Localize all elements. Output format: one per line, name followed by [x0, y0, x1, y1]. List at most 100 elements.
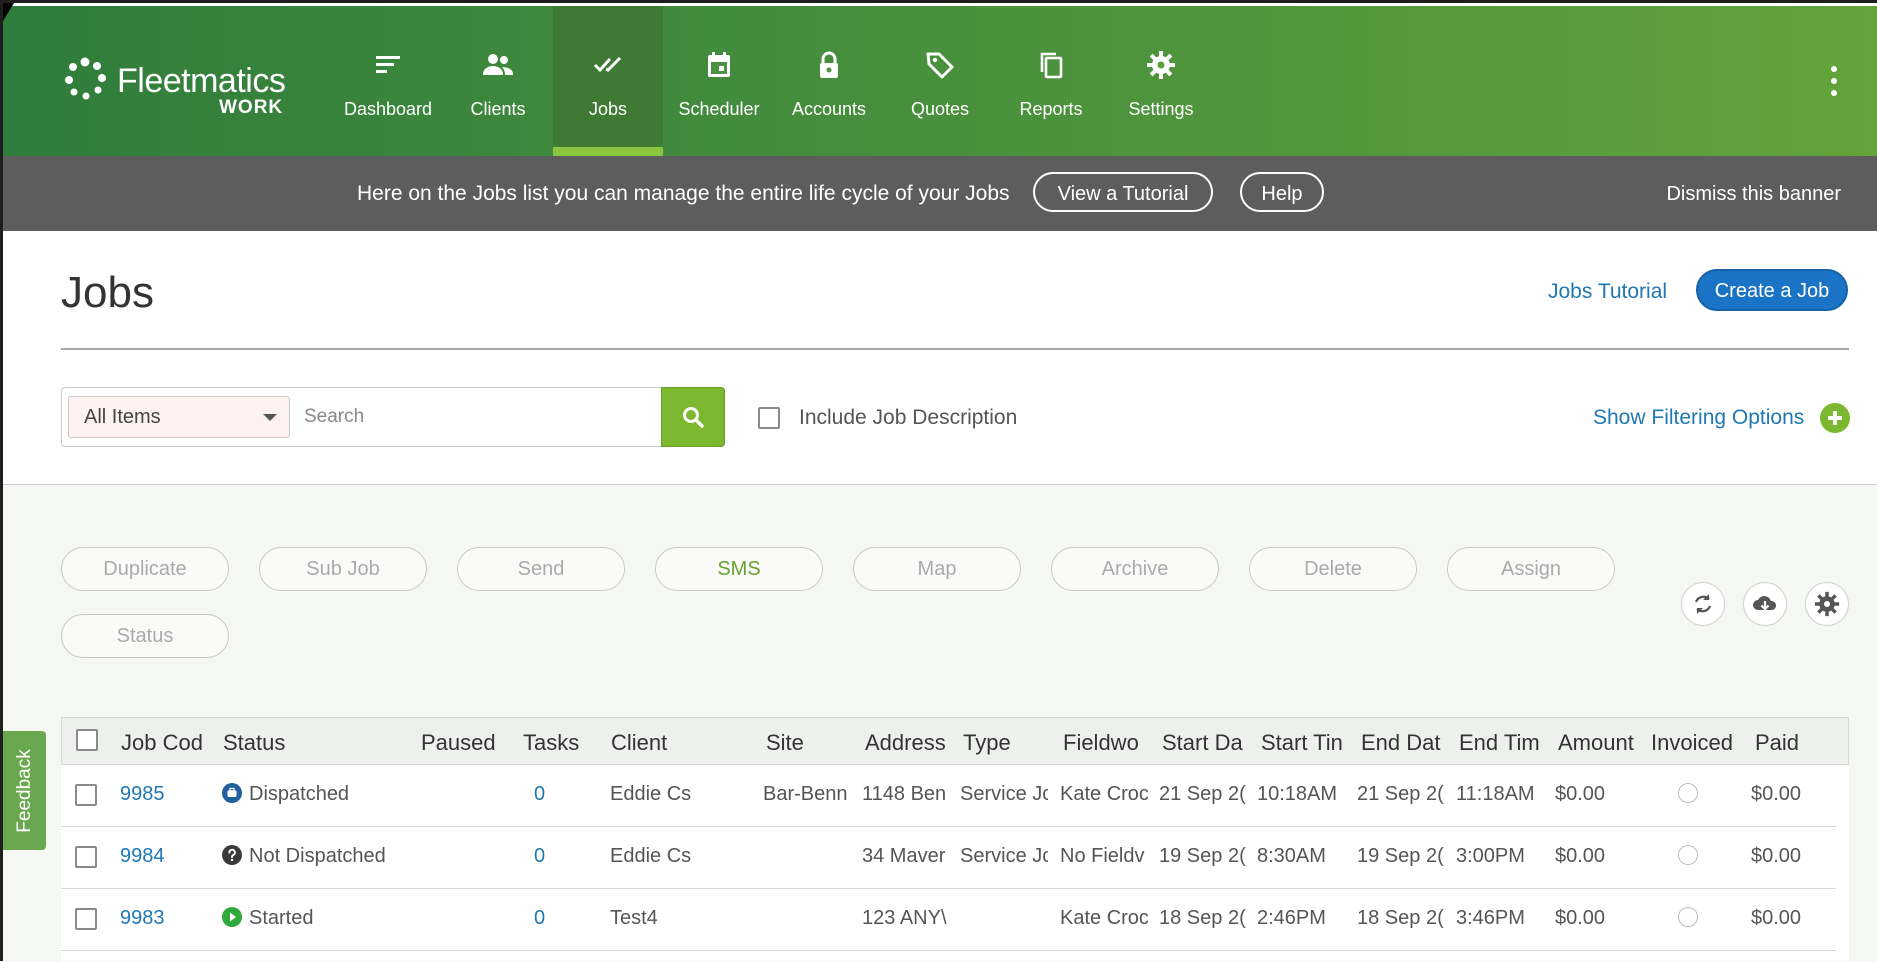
column-header-paused[interactable]: Paused: [421, 730, 511, 756]
tasks-count-link[interactable]: 0: [534, 907, 545, 930]
top-navigation: Fleetmatics WORK Dashboard Clients Jobs …: [3, 6, 1877, 156]
row-checkbox[interactable]: [75, 784, 97, 806]
download-button[interactable]: [1743, 582, 1787, 626]
select-all-checkbox[interactable]: [76, 729, 98, 751]
column-header-client[interactable]: Client: [611, 730, 751, 756]
search-input[interactable]: [298, 398, 710, 436]
end-time-cell: 3:00PM: [1456, 845, 1525, 867]
refresh-icon: [1694, 594, 1712, 614]
fieldworker-cell: Kate Croc: [1060, 907, 1148, 929]
table-settings-button[interactable]: [1805, 582, 1849, 626]
gear-icon: [1147, 51, 1175, 79]
table-row[interactable]: 9985 Dispatched 0 Eddie Cs Bar-Benn 1148…: [61, 765, 1836, 827]
caret-down-icon: [263, 414, 277, 421]
row-checkbox[interactable]: [75, 846, 97, 868]
column-header-start-time[interactable]: Start Tin: [1261, 730, 1353, 756]
nav-label: Clients: [470, 99, 526, 119]
job-code-link[interactable]: 9984: [120, 845, 165, 868]
nav-accounts[interactable]: Accounts: [774, 6, 884, 156]
nav-settings[interactable]: Settings: [1106, 6, 1216, 156]
delete-button[interactable]: Delete: [1249, 547, 1417, 591]
tag-icon: [926, 52, 954, 79]
start-time-cell: 10:18AM: [1257, 783, 1338, 805]
fieldworker-cell: No Fieldv: [1060, 845, 1145, 867]
question-icon: [222, 845, 242, 865]
calendar-icon: [708, 52, 730, 77]
nav-label: Jobs: [588, 99, 628, 119]
column-header-end-time[interactable]: End Tim: [1459, 730, 1551, 756]
people-icon: [483, 54, 513, 75]
more-menu-icon[interactable]: [1831, 66, 1839, 102]
refresh-button[interactable]: [1681, 582, 1725, 626]
invoiced-radio[interactable]: [1678, 783, 1698, 803]
job-code-link[interactable]: 9983: [120, 907, 165, 930]
job-code-link[interactable]: 9985: [120, 783, 165, 806]
column-header-amount[interactable]: Amount: [1558, 730, 1650, 756]
search-button[interactable]: [661, 387, 725, 447]
column-header-type[interactable]: Type: [963, 730, 1053, 756]
duplicate-button[interactable]: Duplicate: [61, 547, 229, 591]
start-date-cell: 18 Sep 2(: [1159, 907, 1246, 929]
column-header-tasks[interactable]: Tasks: [523, 730, 593, 756]
create-job-button[interactable]: Create a Job: [1696, 269, 1848, 311]
help-button[interactable]: Help: [1240, 172, 1324, 212]
end-date-cell: 18 Sep 2(: [1357, 907, 1444, 929]
sms-button[interactable]: SMS: [655, 547, 823, 591]
table-row[interactable]: 9984 Not Dispatched 0 Eddie Cs 34 Maver …: [61, 827, 1836, 889]
gear-icon: [1814, 591, 1840, 617]
nav-clients[interactable]: Clients: [443, 6, 553, 156]
invoiced-radio[interactable]: [1678, 907, 1698, 927]
cloud-download-icon: [1753, 596, 1777, 611]
double-check-icon: [593, 56, 622, 73]
amount-cell: $0.00: [1555, 907, 1606, 929]
show-filtering-options-link[interactable]: Show Filtering Options: [1593, 406, 1804, 430]
search-scope-value: All Items: [84, 406, 161, 428]
nav-quotes[interactable]: Quotes: [885, 6, 995, 156]
column-header-address[interactable]: Address: [865, 730, 957, 756]
assign-button[interactable]: Assign: [1447, 547, 1615, 591]
tasks-count-link[interactable]: 0: [534, 845, 545, 868]
end-date-cell: 19 Sep 2(: [1357, 845, 1444, 867]
archive-button[interactable]: Archive: [1051, 547, 1219, 591]
nav-dashboard[interactable]: Dashboard: [333, 6, 443, 156]
sub-job-button[interactable]: Sub Job: [259, 547, 427, 591]
table-row[interactable]: 9983 Started 0 Test4 123 ANY\ Kate Croc …: [61, 889, 1836, 951]
column-header-paid[interactable]: Paid: [1755, 730, 1815, 756]
start-time-cell: 8:30AM: [1257, 845, 1326, 867]
nav-reports[interactable]: Reports: [996, 6, 1106, 156]
status-button[interactable]: Status: [61, 614, 229, 658]
map-button[interactable]: Map: [853, 547, 1021, 591]
start-date-cell: 21 Sep 2(: [1159, 783, 1246, 805]
feedback-tab[interactable]: Feedback: [3, 731, 46, 850]
status-text: Dispatched: [249, 783, 350, 805]
jobs-tutorial-link[interactable]: Jobs Tutorial: [1548, 280, 1667, 304]
send-button[interactable]: Send: [457, 547, 625, 591]
dismiss-banner-link[interactable]: Dismiss this banner: [1666, 183, 1841, 206]
end-time-cell: 3:46PM: [1456, 907, 1525, 929]
column-header-start-date[interactable]: Start Da: [1162, 730, 1252, 756]
nav-scheduler[interactable]: Scheduler: [664, 6, 774, 156]
amount-cell: $0.00: [1555, 845, 1606, 867]
search-icon: [683, 407, 704, 428]
status-cell: Dispatched: [222, 783, 412, 806]
column-header-fieldworker[interactable]: Fieldwo: [1063, 730, 1153, 756]
nav-jobs[interactable]: Jobs: [553, 6, 663, 156]
invoiced-radio[interactable]: [1678, 845, 1698, 865]
info-banner: Here on the Jobs list you can manage the…: [3, 156, 1877, 231]
column-header-end-date[interactable]: End Dat: [1361, 730, 1451, 756]
column-header-status[interactable]: Status: [223, 730, 403, 756]
tasks-count-link[interactable]: 0: [534, 783, 545, 806]
client-cell: Eddie Cs: [610, 783, 692, 805]
nav-label: Dashboard: [343, 99, 433, 119]
column-header-invoiced[interactable]: Invoiced: [1651, 730, 1751, 756]
plus-circle-icon[interactable]: [1820, 403, 1850, 433]
column-header-site[interactable]: Site: [766, 730, 856, 756]
address-cell: 34 Maver: [862, 845, 946, 867]
search-scope-select[interactable]: All Items: [68, 396, 290, 438]
paid-cell: $0.00: [1751, 845, 1802, 867]
include-description-checkbox[interactable]: [758, 407, 780, 429]
view-tutorial-button[interactable]: View a Tutorial: [1033, 172, 1213, 212]
row-checkbox[interactable]: [75, 908, 97, 930]
column-header-job-code[interactable]: Job Cod: [121, 730, 217, 756]
feedback-label: Feedback: [13, 748, 35, 833]
